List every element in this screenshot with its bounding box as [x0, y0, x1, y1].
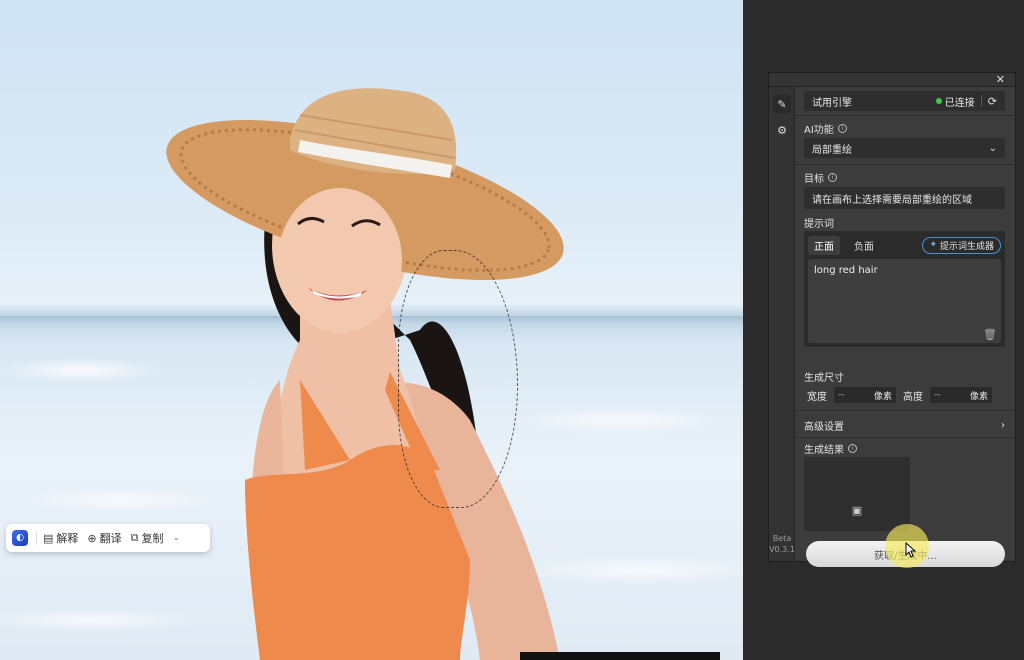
prompt-tabs: 正面 负面 ✦ 提示词生成器 [808, 235, 1001, 255]
panel-titlebar[interactable]: ✕ [769, 73, 1015, 87]
size-label-text: 生成尺寸 [804, 373, 844, 384]
sparkle-icon: ✦ [929, 240, 937, 250]
size-inputs: 宽度 -- 像素 高度 -- 像素 [804, 386, 1005, 404]
info-icon[interactable]: i [837, 124, 847, 133]
pencil-icon[interactable]: ✎ [773, 95, 791, 113]
document-icon: ▤ [43, 531, 54, 545]
chevron-down-icon: ⌄ [988, 142, 997, 154]
refresh-icon[interactable]: ⟳ [988, 95, 997, 108]
engine-selector[interactable]: 试用引擎 已连接 ⟳ [804, 91, 1005, 111]
section-divider [796, 115, 1015, 116]
prompt-label-text: 提示词 [804, 219, 834, 230]
panel-content: 试用引擎 已连接 ⟳ AI功能 i 局部重绘 ⌄ 目标 i 请在画布上选择需要局… [796, 87, 1015, 567]
prompt-generator-label: 提示词生成器 [939, 241, 994, 252]
connection-status-text: 已连接 [944, 97, 975, 109]
result-label-text: 生成结果 [804, 445, 844, 456]
gear-icon[interactable]: ⚙ [773, 121, 791, 139]
app-logo-icon[interactable]: ◐ [12, 530, 28, 546]
target-label-text: 目标 [804, 174, 824, 185]
result-thumbnail[interactable]: ▣ [804, 457, 910, 531]
ai-function-value: 局部重绘 [812, 144, 852, 156]
copy-icon: ⧉ [130, 531, 139, 544]
copy-label: 复制 [141, 532, 164, 545]
explain-button[interactable]: ▤ 解释 [43, 530, 78, 546]
height-label: 高度 [903, 391, 923, 403]
prompt-textarea[interactable]: long red hair [808, 259, 1001, 343]
globe-icon: ⊕ [87, 531, 97, 545]
version-number: V0.3.1 [769, 545, 795, 554]
connection-status: 已连接 [935, 94, 975, 109]
advanced-settings-label: 高级设置 [804, 421, 844, 433]
tab-positive[interactable]: 正面 [808, 235, 840, 255]
tab-negative[interactable]: 负面 [848, 236, 880, 255]
caption-fragment [520, 652, 720, 660]
section-divider [796, 437, 1015, 438]
info-icon[interactable]: i [848, 444, 857, 453]
prompt-label: 提示词 [804, 215, 834, 230]
close-icon[interactable]: ✕ [996, 73, 1005, 87]
width-unit: 像素 [873, 391, 892, 402]
prompt-editor: 正面 负面 ✦ 提示词生成器 long red hair 🗑 [804, 231, 1005, 347]
width-input[interactable]: -- 像素 [834, 387, 896, 403]
section-divider [796, 164, 1015, 165]
image-canvas[interactable] [0, 0, 743, 660]
target-label: 目标 i [804, 170, 837, 185]
chevron-down-icon[interactable]: ⌄ [172, 533, 180, 543]
width-value: -- [838, 390, 845, 400]
ai-function-label: AI功能 i [804, 121, 847, 136]
mouse-cursor-icon [905, 542, 917, 558]
engine-name: 试用引擎 [812, 97, 852, 109]
width-label: 宽度 [807, 391, 827, 403]
toolbar-divider [36, 531, 37, 545]
engine-divider [980, 95, 982, 107]
translate-label: 翻译 [99, 532, 122, 545]
prompt-generator-button[interactable]: ✦ 提示词生成器 [922, 236, 1001, 254]
translate-button[interactable]: ⊕ 翻译 [87, 530, 121, 546]
chevron-right-icon: › [1001, 419, 1005, 431]
ai-function-select[interactable]: 局部重绘 ⌄ [804, 138, 1005, 158]
size-label: 生成尺寸 [804, 369, 844, 384]
section-divider [796, 410, 1015, 411]
result-label: 生成结果 i [804, 441, 857, 456]
trash-icon[interactable]: 🗑 [983, 328, 997, 341]
text-selection-toolbar: ◐ ▤ 解释 ⊕ 翻译 ⧉ 复制 ⌄ [6, 524, 210, 552]
version-info: Beta V0.3.1 [769, 533, 795, 555]
version-stage: Beta [772, 534, 792, 543]
panel-side-rail: ✎ ⚙ Beta V0.3.1 [769, 87, 795, 561]
explain-label: 解释 [56, 532, 79, 545]
ai-plugin-panel: ✕ ✎ ⚙ Beta V0.3.1 试用引擎 已连接 ⟳ AI功能 i 局部重绘 [768, 72, 1016, 567]
target-hint: 请在画布上选择需要局部重绘的区域 [812, 194, 972, 206]
info-icon[interactable]: i [828, 173, 837, 182]
height-value: -- [934, 390, 941, 400]
photo-subject [166, 88, 564, 660]
status-dot-icon [935, 98, 942, 104]
copy-button[interactable]: ⧉ 复制 [131, 530, 164, 546]
height-input[interactable]: -- 像素 [930, 387, 992, 403]
advanced-settings-toggle[interactable]: 高级设置 › [804, 417, 1005, 433]
ai-function-label-text: AI功能 [804, 125, 834, 136]
target-field[interactable]: 请在画布上选择需要局部重绘的区域 [804, 187, 1005, 209]
prompt-text: long red hair [814, 265, 878, 276]
height-unit: 像素 [969, 391, 988, 402]
image-icon: ▣ [851, 504, 863, 517]
